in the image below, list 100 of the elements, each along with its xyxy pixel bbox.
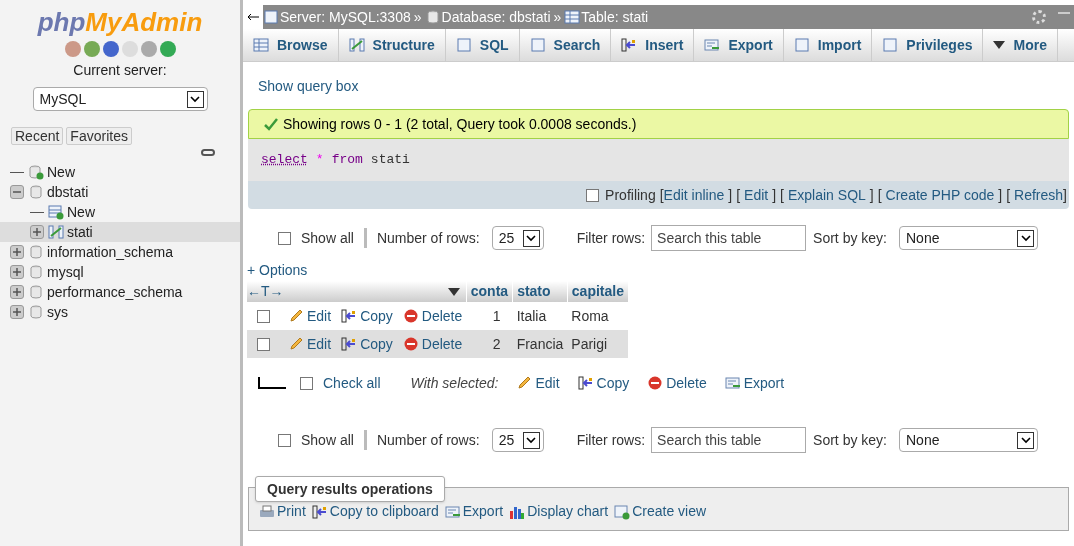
bracket: ] — [728, 185, 733, 205]
sort-select[interactable]: None — [899, 226, 1038, 250]
tree-item[interactable]: New — [67, 201, 95, 223]
checkbox[interactable] — [257, 337, 270, 351]
database-icon — [28, 304, 44, 320]
copy-icon — [311, 503, 328, 520]
printer-icon — [259, 503, 275, 520]
column-header[interactable]: stato — [512, 281, 568, 302]
caret-icon — [993, 41, 1006, 49]
bulk-action-link[interactable]: Delete — [666, 372, 707, 394]
query-link[interactable]: Edit — [744, 184, 769, 206]
expand-icon[interactable] — [10, 245, 24, 259]
query-link[interactable]: Edit inline — [663, 184, 725, 206]
tree-item[interactable]: New — [47, 161, 75, 183]
show-all-label: Show all — [301, 228, 354, 248]
checkbox[interactable] — [257, 309, 270, 323]
table-cell: Italia — [512, 302, 568, 330]
structure-icon — [348, 37, 365, 53]
tree-item[interactable]: stati — [67, 221, 93, 243]
row-action-link[interactable]: Delete — [421, 305, 463, 327]
pencil-icon — [288, 308, 304, 324]
nav-tab[interactable]: SQL — [445, 29, 520, 61]
success-text: Showing rows 0 - 1 (2 total, Query took 0.0008 seconds.) — [283, 114, 637, 134]
show-query-box-link[interactable]: Show query box — [258, 78, 359, 94]
nav-tab[interactable]: More — [983, 29, 1058, 61]
tree-item[interactable]: dbstati — [47, 181, 89, 203]
show-all-label: Show all — [301, 430, 354, 450]
bulk-action-link[interactable]: Export — [743, 372, 785, 394]
operation-link[interactable]: Display chart — [527, 501, 609, 522]
operation-link[interactable]: Copy to clipboard — [329, 501, 439, 522]
breadcrumb-link[interactable]: Table: stati — [581, 6, 649, 28]
current-server-label: Current server: — [72, 61, 168, 80]
tree-item[interactable]: sys — [47, 301, 68, 323]
database-icon — [424, 9, 441, 25]
nav-tab[interactable]: Search — [519, 29, 612, 61]
sort-label: Sort by key: — [813, 228, 887, 248]
expand-icon[interactable] — [10, 285, 24, 299]
caret-icon[interactable] — [447, 287, 460, 296]
query-link[interactable]: Explain SQL — [788, 184, 866, 206]
server-select[interactable]: MySQL — [32, 87, 208, 111]
expand-icon[interactable] — [30, 225, 44, 239]
filter-field[interactable]: Search this table — [651, 225, 807, 251]
operation-link[interactable]: Print — [277, 501, 306, 522]
bracket: ] — [1063, 185, 1067, 205]
rows-select[interactable]: 25 — [491, 428, 544, 452]
new-database-icon — [28, 164, 44, 180]
separator: » — [553, 7, 562, 27]
expand-icon[interactable] — [10, 265, 24, 279]
row-action-link[interactable]: Copy — [360, 305, 393, 327]
table-structure-icon — [48, 224, 64, 240]
query-link[interactable]: Create PHP code — [885, 184, 995, 206]
row-action-link[interactable]: Edit — [307, 305, 332, 327]
column-resize-handle[interactable]: ←T→ — [247, 281, 284, 302]
column-header[interactable]: capitale — [567, 281, 628, 302]
nav-tab[interactable]: Import — [783, 29, 873, 61]
checkbox[interactable] — [278, 231, 291, 245]
nav-tab[interactable]: Privileges — [872, 29, 984, 61]
nav-tab[interactable]: Browse — [243, 29, 339, 61]
sidebar-tab[interactable]: Recent — [11, 127, 64, 145]
logo[interactable]: phpMyAdmin — [0, 8, 240, 36]
query-link[interactable]: Refresh — [1014, 184, 1064, 206]
breadcrumb-link[interactable]: Database: dbstati — [441, 6, 551, 28]
options-link[interactable]: + Options — [247, 262, 308, 278]
tree-item[interactable]: mysql — [47, 261, 84, 283]
table-row[interactable]: Edit Copy Delete 2 Francia Parigi — [247, 330, 628, 358]
row-action-link[interactable]: Copy — [360, 333, 393, 355]
sort-select[interactable]: None — [899, 428, 1038, 452]
checkbox[interactable] — [300, 376, 313, 390]
table-row[interactable]: Edit Copy Delete 1 Italia Roma — [247, 302, 628, 330]
filter-label: Filter rows: — [576, 430, 646, 450]
bracket: [ — [780, 185, 784, 205]
checkbox[interactable] — [278, 433, 291, 447]
bulk-action-link[interactable]: Edit — [535, 372, 560, 394]
nav-tab[interactable]: Export — [694, 29, 784, 61]
filter-field[interactable]: Search this table — [651, 427, 807, 453]
bracket: [ — [877, 185, 882, 205]
table-cell: 2 — [466, 330, 513, 358]
pencil-icon — [516, 375, 533, 391]
check-all-link[interactable]: Check all — [323, 372, 381, 394]
expand-icon[interactable] — [10, 305, 24, 319]
rows-select[interactable]: 25 — [491, 226, 544, 250]
insert-icon — [621, 37, 638, 53]
operation-link[interactable]: Export — [462, 501, 504, 522]
tree-item[interactable]: information_schema — [47, 241, 174, 263]
bulk-action-link[interactable]: Copy — [596, 372, 630, 394]
operation-link[interactable]: Create view — [632, 501, 707, 522]
row-action-link[interactable]: Delete — [421, 333, 463, 355]
nav-tab[interactable]: Insert — [611, 29, 695, 61]
export-icon — [724, 375, 741, 391]
database-icon — [28, 264, 44, 280]
tree-item[interactable]: performance_schema — [47, 281, 183, 303]
database-icon — [28, 284, 44, 300]
row-action-link[interactable]: Edit — [307, 333, 332, 355]
breadcrumb-link[interactable]: Server: MySQL:3308 — [280, 6, 411, 28]
copy-icon — [341, 308, 358, 324]
collapse-icon[interactable] — [10, 185, 24, 199]
checkbox[interactable] — [586, 188, 600, 202]
column-header[interactable]: conta — [466, 281, 513, 302]
sidebar-tab[interactable]: Favorites — [66, 127, 132, 145]
nav-tab[interactable]: Structure — [338, 29, 446, 61]
